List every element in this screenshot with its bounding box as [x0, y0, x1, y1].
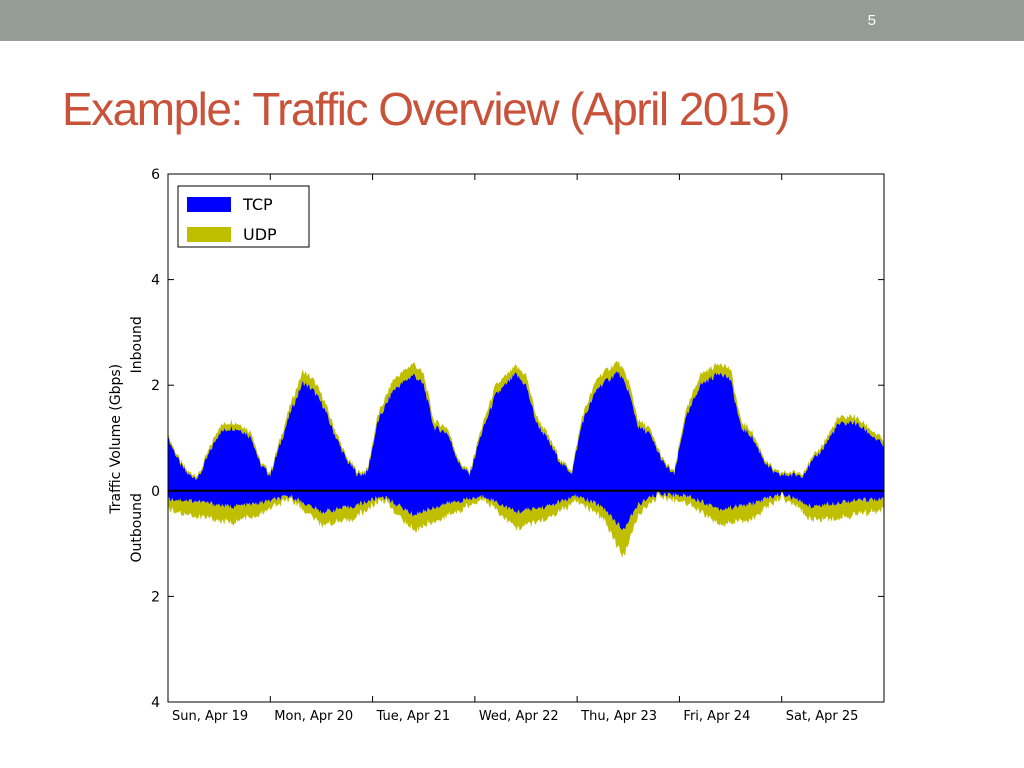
legend-label-tcp: TCP — [242, 195, 273, 214]
y-tick-label: 0 — [151, 484, 160, 500]
x-tick-label: Sat, Apr 25 — [786, 709, 859, 724]
traffic-chart: 6 4 2 0 2 4 Sun, Apr 19 Mon, Apr 20 Tue, Apr 21 W… — [108, 167, 885, 724]
y-tick-label: 4 — [151, 273, 160, 289]
legend-label-udp: UDP — [243, 225, 277, 244]
y-tick-label: 4 — [151, 695, 160, 711]
legend-swatch-udp — [187, 227, 231, 242]
y-tick-label: 2 — [151, 378, 160, 394]
y-axis-label-outbound: Outbound — [129, 493, 145, 562]
x-tick-label: Wed, Apr 22 — [479, 709, 559, 724]
x-tick-label: Thu, Apr 23 — [580, 709, 657, 724]
y-axis-label: Traffic Volume (Gbps) — [108, 364, 124, 515]
x-tick-label: Sun, Apr 19 — [172, 709, 248, 724]
legend-swatch-tcp — [187, 197, 231, 212]
x-tick-label: Mon, Apr 20 — [274, 709, 353, 724]
y-tick-label: 6 — [151, 167, 160, 183]
x-tick-label: Tue, Apr 21 — [376, 709, 451, 724]
y-tick-label: 2 — [151, 589, 160, 605]
y-axis-label-inbound: Inbound — [129, 316, 145, 373]
plot-area: 6 4 2 0 2 4 Sun, Apr 19 Mon, Apr 20 Tue, Apr 21 W… — [108, 167, 885, 724]
x-tick-label: Fri, Apr 24 — [683, 709, 750, 724]
series-tcp-inbound-area — [168, 371, 884, 491]
